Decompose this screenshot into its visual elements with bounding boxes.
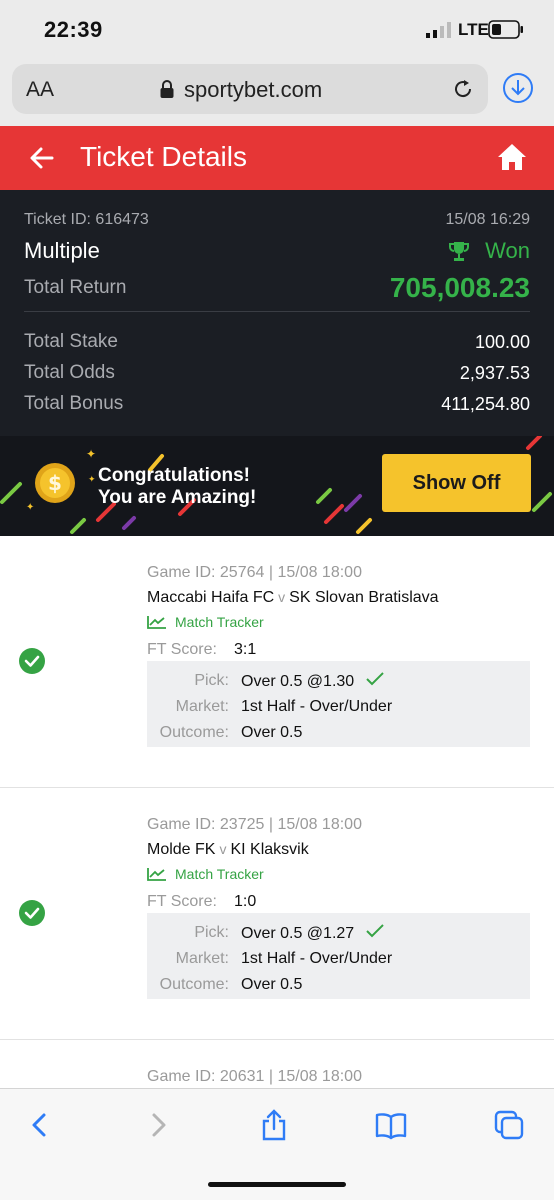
game-id: Game ID: 20631 | 15/08 18:00 — [147, 1068, 362, 1085]
lock-icon — [160, 80, 174, 98]
total-return-label: Total Return — [24, 277, 127, 298]
versus-label: v — [278, 589, 286, 605]
pick-text: Over 0.5 @1.30 — [241, 673, 355, 690]
total-odds-label: Total Odds — [24, 362, 115, 383]
bookmarks-icon[interactable] — [375, 1109, 407, 1141]
bet-card: Game ID: 23725 | 15/08 18:00 Molde FK v KI… — [0, 788, 554, 1039]
pick-value: Over 0.5 @1.27 — [241, 924, 384, 943]
away-team: KI Klaksvik — [230, 841, 309, 858]
ticket-status: Won — [485, 238, 530, 263]
total-bonus-value: 411,254.80 — [441, 394, 530, 414]
url-field[interactable]: AA sportybet.com — [12, 64, 488, 114]
coin-icon: $ — [35, 463, 75, 503]
total-odds-value: 2,937.53 — [459, 363, 530, 383]
outcome-label: Outcome: — [159, 976, 229, 993]
match-teams: Maccabi Haifa FC v SK Slovan Bratislava — [147, 589, 439, 607]
chart-line-icon — [147, 616, 166, 629]
pick-details: Pick: Over 0.5 @1.27 Market: 1st Half - … — [147, 913, 530, 999]
back-icon[interactable] — [24, 1109, 56, 1141]
ft-score-label: FT Score: — [147, 641, 217, 658]
network-type: LTE — [458, 20, 489, 39]
home-indicator — [208, 1182, 346, 1187]
match-tracker-label: Match Tracker — [175, 866, 264, 882]
won-check-icon — [19, 900, 45, 926]
svg-text:✦: ✦ — [88, 475, 96, 485]
versus-label: v — [219, 841, 227, 857]
tabs-icon[interactable] — [493, 1109, 525, 1141]
bet-card: Game ID: 25764 | 15/08 18:00 Maccabi Hai… — [0, 536, 554, 787]
url-domain: sportybet.com — [184, 77, 323, 102]
won-check-icon — [19, 648, 45, 674]
ticket-type: Multiple — [24, 238, 100, 263]
browser-address-bar: AA sportybet.com — [0, 60, 554, 126]
match-teams: Molde FK v KI Klaksvik — [147, 841, 309, 859]
ticket-date: 15/08 16:29 — [445, 211, 530, 228]
market-value: 1st Half - Over/Under — [241, 698, 393, 715]
match-tracker-link[interactable]: Match Tracker — [147, 866, 264, 882]
ft-score-label: FT Score: — [147, 893, 217, 910]
outcome-label: Outcome: — [159, 724, 229, 741]
away-team: SK Slovan Bratislava — [289, 589, 439, 606]
screen: 22:39 LTE AA sportybet.com Ticket Detail… — [0, 0, 554, 1200]
total-stake-label: Total Stake — [24, 331, 118, 352]
pick-value: Over 0.5 @1.30 — [241, 672, 384, 691]
check-icon — [366, 672, 384, 686]
market-value: 1st Half - Over/Under — [241, 950, 393, 967]
show-off-button[interactable]: Show Off — [382, 454, 531, 512]
reload-icon[interactable] — [452, 78, 474, 100]
page-title: Ticket Details — [80, 141, 248, 172]
share-icon[interactable] — [258, 1109, 290, 1141]
check-icon — [366, 924, 384, 938]
game-id: Game ID: 23725 | 15/08 18:00 — [147, 816, 362, 833]
market-label: Market: — [175, 698, 229, 715]
outcome-value: Over 0.5 — [241, 724, 303, 741]
home-icon[interactable] — [497, 143, 527, 171]
match-tracker-link[interactable]: Match Tracker — [147, 614, 264, 630]
total-return-value: 705,008.23 — [389, 272, 530, 303]
promo-banner: ✦ ✦ ✦ $ Congratulations! You are Amazing… — [0, 436, 554, 536]
status-bar: 22:39 LTE — [0, 0, 554, 60]
download-icon[interactable] — [502, 72, 534, 104]
app-header: Ticket Details — [0, 126, 554, 190]
svg-text:$: $ — [48, 471, 62, 495]
trophy-icon — [449, 242, 469, 261]
promo-message: Congratulations! You are Amazing! — [98, 465, 256, 509]
game-id: Game ID: 25764 | 15/08 18:00 — [147, 564, 362, 581]
ft-score-value: 1:0 — [234, 893, 257, 910]
home-team: Maccabi Haifa FC — [147, 589, 275, 606]
pick-details: Pick: Over 0.5 @1.30 Market: 1st Half - … — [147, 661, 530, 747]
pick-label: Pick: — [194, 924, 229, 941]
promo-line-1: Congratulations! — [98, 465, 250, 486]
total-bonus-label: Total Bonus — [24, 393, 124, 414]
total-stake-value: 100.00 — [474, 332, 530, 352]
chart-line-icon — [147, 868, 166, 881]
forward-icon[interactable] — [142, 1109, 174, 1141]
ticket-summary: Ticket ID: 616473 15/08 16:29 Multiple W… — [0, 190, 554, 436]
market-label: Market: — [175, 950, 229, 967]
promo-line-2: You are Amazing! — [98, 487, 257, 508]
back-arrow-icon[interactable] — [28, 144, 56, 172]
home-team: Molde FK — [147, 841, 216, 858]
battery-icon — [488, 20, 523, 39]
ticket-id: Ticket ID: 616473 — [24, 211, 149, 228]
outcome-value: Over 0.5 — [241, 976, 303, 993]
divider — [24, 311, 530, 312]
clock: 22:39 — [44, 17, 103, 42]
pick-label: Pick: — [194, 672, 229, 689]
ft-score-value: 3:1 — [234, 641, 257, 658]
cellular-signal-icon — [426, 22, 451, 38]
pick-text: Over 0.5 @1.27 — [241, 925, 355, 942]
text-size-button[interactable]: AA — [26, 78, 54, 102]
match-tracker-label: Match Tracker — [175, 614, 264, 630]
svg-text:✦: ✦ — [86, 447, 96, 461]
